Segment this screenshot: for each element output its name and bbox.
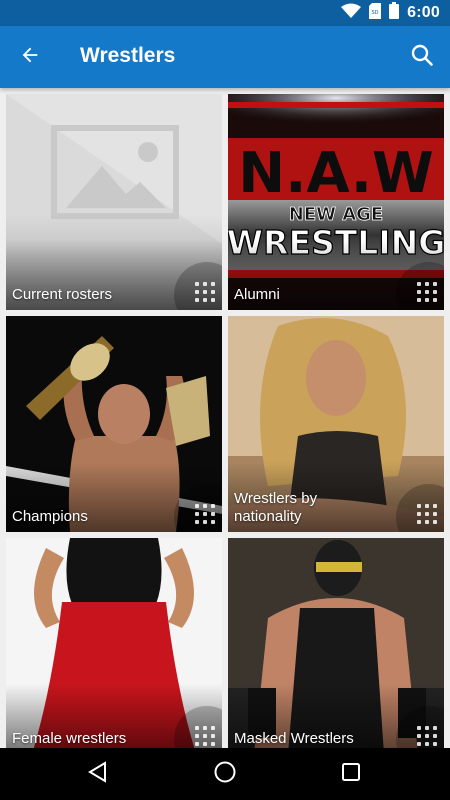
system-nav-bar <box>0 748 450 800</box>
back-button[interactable] <box>10 37 50 77</box>
tile-label: Alumni <box>234 286 280 303</box>
grid-dots-icon[interactable] <box>417 282 437 302</box>
wifi-icon <box>341 3 362 24</box>
search-icon <box>410 43 434 72</box>
category-tile-champions[interactable]: Champions <box>6 316 222 532</box>
naw-logo-top: N.A.W <box>238 141 434 206</box>
tile-label: Current rosters <box>12 286 113 303</box>
sd-card-icon: SD <box>369 2 382 24</box>
tile-label: Wrestlers by nationality <box>234 490 318 525</box>
page-title: Wrestlers <box>80 44 176 67</box>
nav-recents-button[interactable] <box>334 758 368 790</box>
grid-dots-icon[interactable] <box>195 504 215 524</box>
status-icons: SD 6:00 <box>341 2 440 24</box>
category-tile-masked-wrestlers[interactable]: Masked Wrestlers <box>228 538 444 748</box>
recents-square-icon <box>341 762 361 787</box>
tile-label: Masked Wrestlers <box>234 730 354 747</box>
category-grid: Current rosters N.A.W NEW AGE WRESTLING … <box>0 88 450 748</box>
category-tile-female-wrestlers[interactable]: Female wrestlers <box>6 538 222 748</box>
tile-label: Champions <box>12 508 88 525</box>
grid-dots-icon[interactable] <box>417 504 437 524</box>
home-circle-icon <box>213 760 237 789</box>
search-button[interactable] <box>402 37 442 77</box>
grid-dots-icon[interactable] <box>195 282 215 302</box>
status-bar: SD 6:00 <box>0 0 450 26</box>
tile-label: Female wrestlers <box>12 730 127 747</box>
grid-dots-icon[interactable] <box>417 726 437 746</box>
back-triangle-icon <box>87 760 109 788</box>
battery-icon <box>389 2 400 24</box>
category-tile-alumni[interactable]: N.A.W NEW AGE WRESTLING Alumni <box>228 94 444 310</box>
category-tile-current-rosters[interactable]: Current rosters <box>6 94 222 310</box>
category-tile-wrestlers-by-nationality[interactable]: Wrestlers by nationality <box>228 316 444 532</box>
app-bar: Wrestlers <box>0 26 450 88</box>
nav-home-button[interactable] <box>208 758 242 790</box>
naw-logo-middle: NEW AGE <box>289 204 383 225</box>
clock: 6:00 <box>407 4 440 21</box>
nav-back-button[interactable] <box>81 758 115 790</box>
grid-dots-icon[interactable] <box>195 726 215 746</box>
arrow-back-icon <box>19 44 41 71</box>
svg-text:SD: SD <box>372 10 379 16</box>
